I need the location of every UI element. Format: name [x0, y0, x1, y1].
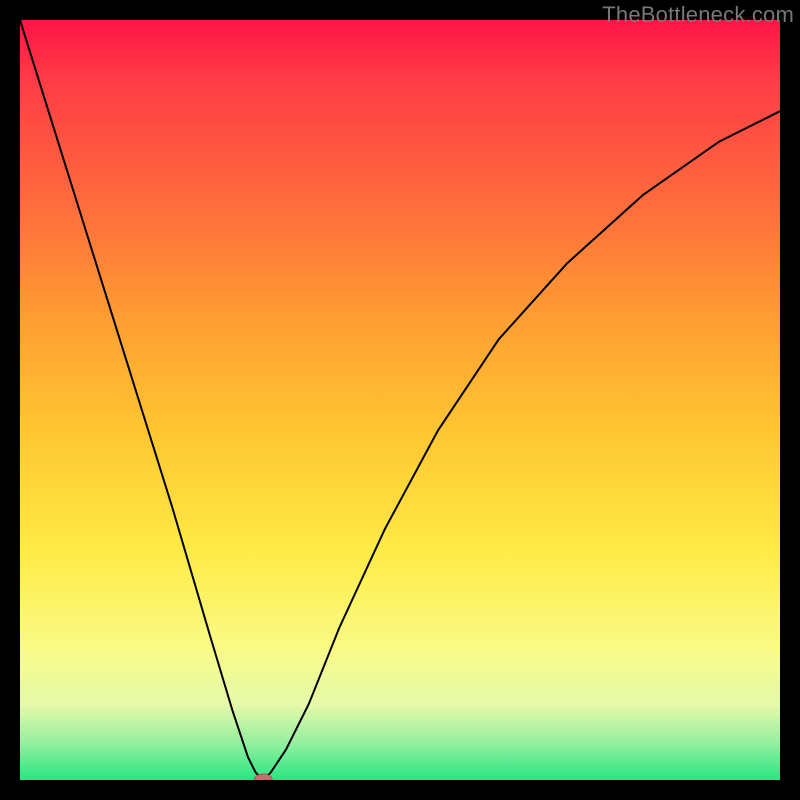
bottleneck-curve	[20, 20, 780, 780]
watermark-text: TheBottleneck.com	[602, 2, 794, 28]
curve-layer	[20, 20, 780, 780]
chart-area	[20, 20, 780, 780]
